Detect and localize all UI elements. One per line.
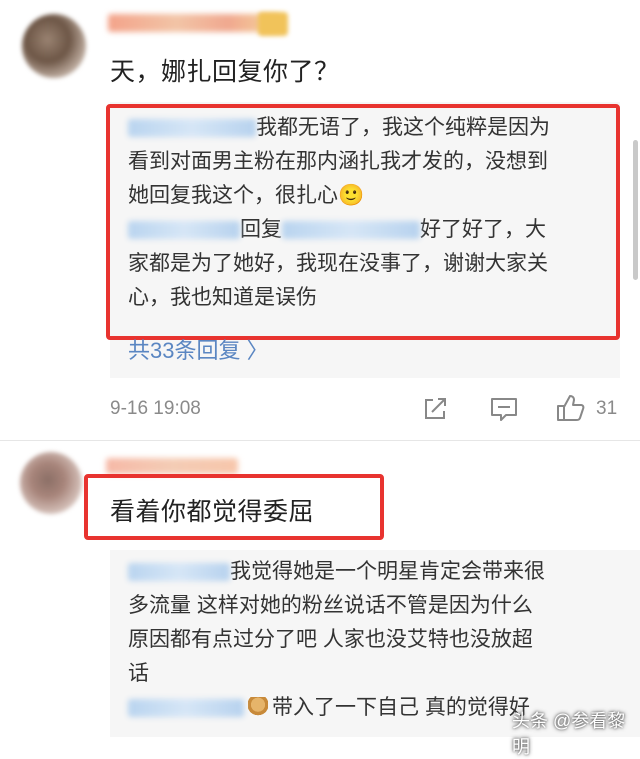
share-icon[interactable]: [421, 395, 449, 423]
reply-username[interactable]: [128, 119, 256, 138]
reply-text: 我觉得她是一个明星肯定会带来很: [230, 560, 545, 583]
reply-username[interactable]: [128, 221, 240, 240]
scrollbar[interactable]: [633, 140, 638, 280]
reply-to-label: 回复: [240, 218, 282, 241]
reply-text: 我都无语了，我这个纯粹是因为: [256, 116, 550, 139]
comment-timestamp: 9-16 19:08: [110, 398, 201, 419]
reply-item[interactable]: 心，我也知道是误伤: [128, 281, 608, 315]
reply-username[interactable]: [128, 563, 230, 582]
reply-item[interactable]: 话: [128, 657, 608, 691]
commenter-avatar[interactable]: [22, 14, 86, 78]
like-count: 31: [596, 398, 618, 419]
commenter-avatar[interactable]: [20, 452, 82, 514]
watermark: 头条 @参看黎明: [512, 711, 626, 757]
reply-item[interactable]: 多流量 这样对她的粉丝说话不管是因为什么: [128, 589, 608, 623]
commenter-username[interactable]: [106, 458, 238, 474]
reply-text: 好了好了，大: [420, 218, 546, 241]
reply-item[interactable]: 我都无语了，我这个纯粹是因为: [128, 111, 608, 145]
comment-text: 天，娜扎回复你了？: [110, 58, 340, 86]
reply-target-username[interactable]: [282, 221, 420, 240]
reply-item[interactable]: 她回复我这个，很扎心🙂: [128, 179, 608, 213]
reply-list: 我觉得她是一个明星肯定会带来很 多流量 这样对她的粉丝说话不管是因为什么 原因都…: [128, 555, 608, 725]
emoji-icon: [248, 697, 268, 720]
reply-username[interactable]: [128, 699, 244, 718]
reply-list: 我都无语了，我这个纯粹是因为 看到对面男主粉在那内涵扎我才发的，没想到 她回复我…: [128, 111, 608, 315]
commenter-username[interactable]: [108, 14, 280, 32]
reply-item[interactable]: 回复 好了好了，大: [128, 213, 608, 247]
reply-item[interactable]: 家都是为了她好，我现在没事了，谢谢大家关: [128, 247, 608, 281]
like-icon[interactable]: [555, 393, 585, 423]
comment-text: 看着你都觉得委屈: [110, 498, 315, 526]
user-level-badge: [258, 12, 288, 36]
comment-icon[interactable]: [489, 396, 519, 422]
comment-divider: [0, 440, 640, 441]
reply-text: 带入了一下自己 真的觉得好: [272, 696, 530, 719]
view-all-replies-link[interactable]: 共33条回复 〉: [128, 333, 269, 365]
reply-item[interactable]: 我觉得她是一个明星肯定会带来很: [128, 555, 608, 589]
reply-item[interactable]: 看到对面男主粉在那内涵扎我才发的，没想到: [128, 145, 608, 179]
reply-item[interactable]: 原因都有点过分了吧 人家也没艾特也没放超: [128, 623, 608, 657]
